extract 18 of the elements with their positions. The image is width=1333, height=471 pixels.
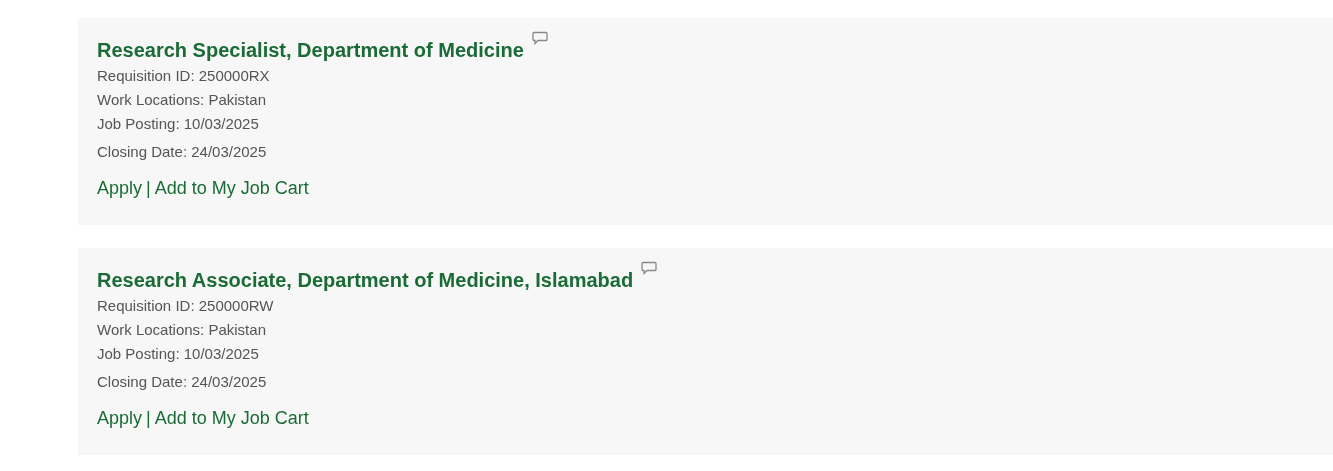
apply-link[interactable]: Apply bbox=[97, 406, 143, 430]
speech-bubble-icon[interactable] bbox=[641, 261, 658, 275]
job-detail-text: Job Posting: 10/03/2025 bbox=[97, 344, 260, 364]
job-detail-text: Closing Date: 24/03/2025 bbox=[97, 372, 268, 392]
link-separator: | bbox=[146, 407, 151, 430]
speech-bubble-icon[interactable] bbox=[531, 31, 548, 45]
job-detail-text: Job Posting: 10/03/2025 bbox=[97, 114, 260, 134]
add-to-cart-link[interactable]: Add to My Job Cart bbox=[154, 176, 309, 200]
apply-link[interactable]: Apply bbox=[97, 176, 143, 200]
link-separator: | bbox=[146, 177, 151, 200]
job-detail-text: Closing Date: 24/03/2025 bbox=[97, 142, 268, 162]
job-detail-text: Work Locations: Pakistan bbox=[97, 90, 267, 110]
job-title-link[interactable]: Research Specialist, Department of Medicine bbox=[97, 37, 524, 63]
job-detail-text: Work Locations: Pakistan bbox=[97, 320, 267, 340]
job-title-link[interactable]: Research Associate, Department of Medicine, Islamabad bbox=[97, 267, 634, 293]
add-to-cart-link[interactable]: Add to My Job Cart bbox=[154, 406, 309, 430]
job-detail-text: Requisition ID: 250000RX bbox=[97, 66, 271, 86]
job-detail-text: Requisition ID: 250000RW bbox=[97, 296, 275, 316]
